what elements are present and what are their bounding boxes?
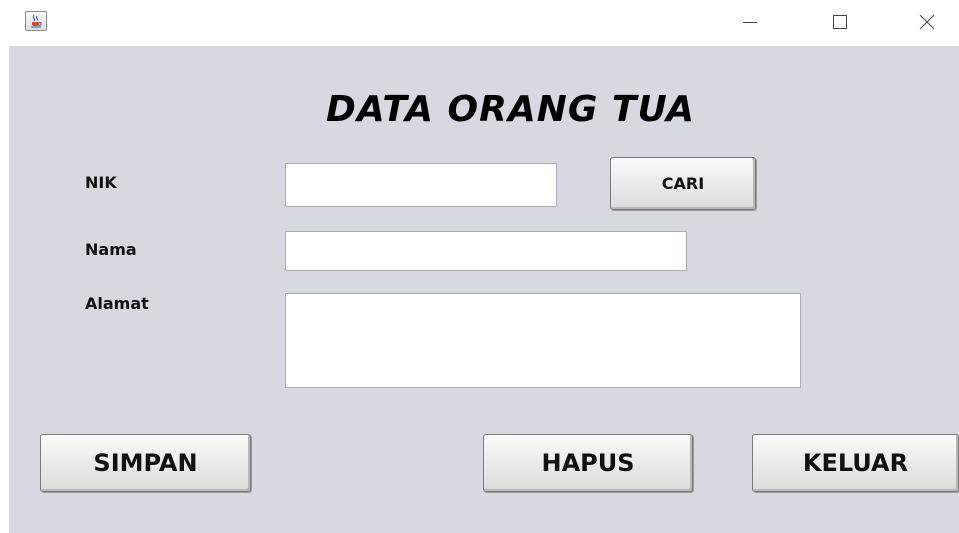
nik-label: NIK <box>85 173 117 192</box>
page-title: DATA ORANG TUA <box>326 89 695 130</box>
maximize-icon <box>833 15 847 29</box>
nik-input[interactable] <box>285 163 557 207</box>
close-button[interactable] <box>904 0 950 44</box>
app-window: DATA ORANG TUA NIK CARI Nama Alamat SIMP… <box>0 0 959 533</box>
alamat-textarea[interactable] <box>285 293 801 388</box>
simpan-button[interactable]: SIMPAN <box>40 434 251 492</box>
close-icon <box>919 14 935 30</box>
nama-input[interactable] <box>285 231 687 271</box>
hapus-button[interactable]: HAPUS <box>483 434 693 492</box>
keluar-button[interactable]: KELUAR <box>752 434 959 492</box>
nama-label: Nama <box>85 240 137 259</box>
maximize-button[interactable] <box>817 0 863 44</box>
java-cup-icon[interactable] <box>25 11 47 31</box>
minimize-button[interactable] <box>727 0 773 44</box>
cari-button[interactable]: CARI <box>610 157 756 210</box>
minimize-icon <box>743 22 757 23</box>
alamat-label: Alamat <box>85 294 149 313</box>
title-bar[interactable] <box>0 0 959 44</box>
